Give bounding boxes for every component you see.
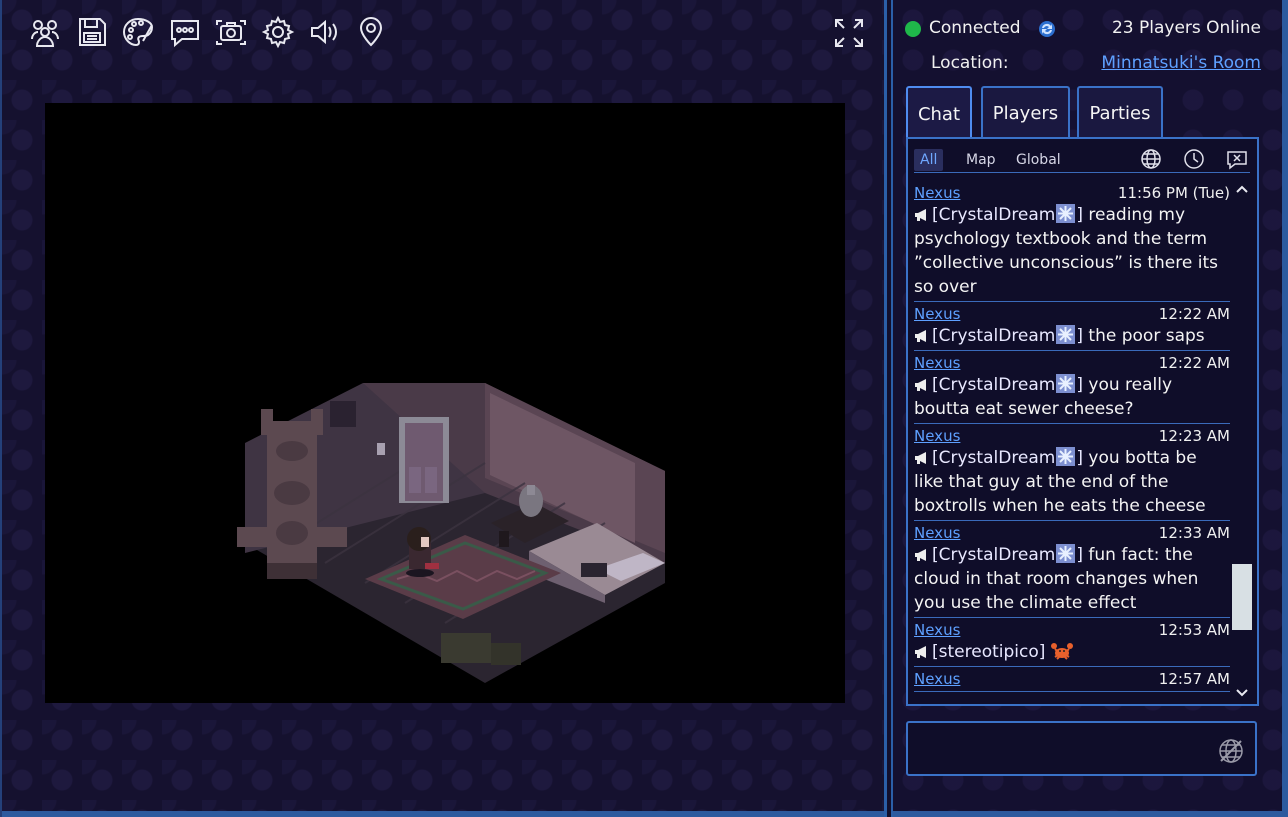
message-text: the poor saps [1088, 326, 1205, 346]
settings-button[interactable] [255, 12, 302, 52]
chat-message: Nexus 12:23 AM [CrystalDream] you botta … [914, 424, 1230, 521]
save-icon [78, 18, 106, 46]
message-time: 12:23 AM [1158, 427, 1230, 445]
megaphone-icon [915, 379, 926, 391]
game-scene [237, 383, 665, 683]
chat-message: Nexus 12:22 AM [CrystalDream] the poor s… [914, 302, 1230, 351]
snowflake-badge-icon [1056, 325, 1076, 344]
chat-bubble-icon [170, 20, 199, 48]
snowflake-badge-icon [1056, 374, 1076, 393]
message-user-tag[interactable]: [CrystalDream] [932, 447, 1083, 468]
snowflake-badge-icon [1056, 544, 1076, 563]
location-row: Location: Minnatsuki's Room [931, 52, 1261, 76]
message-time: 12:57 AM [1158, 670, 1230, 688]
chat-message: Nexus 12:57 AM [914, 667, 1230, 692]
screenshot-icon [216, 20, 247, 45]
message-user-tag[interactable]: [CrystalDream] [932, 544, 1083, 565]
message-time: 12:53 AM [1158, 621, 1230, 639]
megaphone-icon [915, 330, 926, 342]
chat-settings-button[interactable] [162, 12, 209, 52]
chevron-up-icon[interactable] [1235, 183, 1249, 195]
chat-message: Nexus 12:33 AM [CrystalDream] fun fact: … [914, 521, 1230, 618]
message-time: 11:56 PM (Tue) [1117, 184, 1230, 202]
tab-parties[interactable]: Parties [1077, 86, 1163, 138]
connection-status-dot [905, 21, 921, 37]
chat-message: Nexus 12:53 AM [stereotipico] [914, 618, 1230, 667]
screenshot-button[interactable] [208, 12, 255, 52]
globe-icon[interactable] [1140, 148, 1162, 170]
chat-box: All Map Global Nexus 11:56 PM (Tue) [Cry… [906, 137, 1259, 706]
clock-icon[interactable] [1183, 148, 1205, 170]
palette-icon [123, 17, 154, 47]
message-time: 12:22 AM [1158, 305, 1230, 323]
toolbar [22, 12, 394, 52]
save-button[interactable] [69, 12, 116, 52]
message-sender[interactable]: Nexus [914, 354, 960, 372]
game-canvas[interactable] [45, 103, 845, 703]
message-time: 12:22 AM [1158, 354, 1230, 372]
settings-icon [261, 15, 294, 49]
filter-map[interactable]: Map [960, 149, 1002, 171]
message-list: Nexus 11:56 PM (Tue) [CrystalDream] read… [914, 181, 1230, 701]
global-chat-toggle-icon[interactable] [1217, 737, 1245, 765]
clear-chat-icon[interactable] [1226, 148, 1248, 170]
theme-button[interactable] [115, 12, 162, 52]
volume-icon [311, 19, 338, 45]
snowflake-badge-icon [1056, 447, 1076, 466]
location-pin-icon [359, 17, 382, 47]
refresh-icon[interactable] [1037, 19, 1057, 39]
chat-message: Nexus 11:56 PM (Tue) [CrystalDream] read… [914, 181, 1230, 302]
chat-input-box [906, 721, 1257, 776]
chevron-down-icon[interactable] [1235, 687, 1249, 699]
filter-all[interactable]: All [914, 149, 944, 171]
message-sender[interactable]: Nexus [914, 184, 960, 202]
side-panel: Connected 23 Players Online Location: Mi… [891, 0, 1288, 817]
megaphone-icon [915, 452, 926, 464]
crab-icon [1051, 643, 1074, 660]
chat-scrollbar[interactable] [1231, 181, 1253, 701]
chat-filters: All Map Global [914, 149, 1250, 173]
connection-status-row: Connected 23 Players Online [905, 17, 1261, 41]
scroll-thumb[interactable] [1232, 564, 1252, 630]
chat-input[interactable] [916, 731, 1206, 767]
message-sender[interactable]: Nexus [914, 305, 960, 323]
fullscreen-button[interactable] [830, 14, 868, 52]
players-button[interactable] [22, 12, 69, 52]
message-sender[interactable]: Nexus [914, 670, 960, 688]
message-sender[interactable]: Nexus [914, 427, 960, 445]
volume-button[interactable] [301, 12, 348, 52]
message-sender[interactable]: Nexus [914, 524, 960, 542]
location-link[interactable]: Minnatsuki's Room [1101, 53, 1261, 73]
chat-message: Nexus 12:22 AM [CrystalDream] you really… [914, 351, 1230, 424]
fullscreen-icon [835, 19, 863, 47]
players-online-count: 23 Players Online [1111, 18, 1261, 38]
megaphone-icon [915, 646, 926, 658]
connection-status: Connected [929, 18, 1021, 38]
megaphone-icon [915, 549, 926, 561]
location-button[interactable] [348, 12, 395, 52]
message-user-tag[interactable]: [CrystalDream] [932, 204, 1083, 225]
message-user-tag[interactable]: [stereotipico] [932, 642, 1045, 662]
tab-chat[interactable]: Chat [906, 86, 972, 140]
filter-global[interactable]: Global [1010, 149, 1067, 171]
game-pane [0, 0, 887, 817]
message-time: 12:33 AM [1158, 524, 1230, 542]
location-label: Location: [931, 53, 1009, 73]
megaphone-icon [915, 209, 926, 221]
message-user-tag[interactable]: [CrystalDream] [932, 325, 1083, 346]
players-icon [31, 20, 60, 47]
tab-players[interactable]: Players [981, 86, 1070, 138]
message-sender[interactable]: Nexus [914, 621, 960, 639]
message-user-tag[interactable]: [CrystalDream] [932, 374, 1083, 395]
snowflake-badge-icon [1056, 204, 1076, 223]
